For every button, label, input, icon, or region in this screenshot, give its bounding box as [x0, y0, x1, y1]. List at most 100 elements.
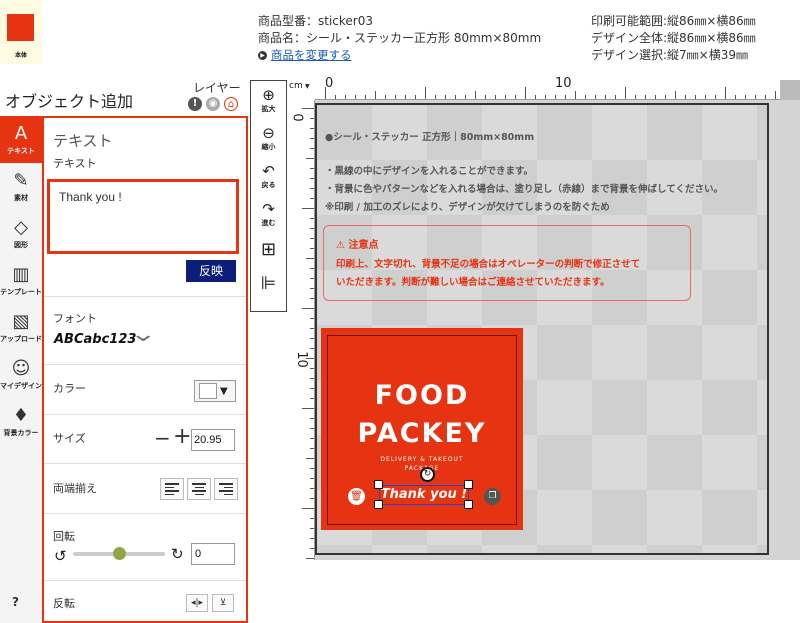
ruler-tick: [645, 95, 646, 99]
align-buttons: [160, 478, 238, 500]
user-icon: ☺: [11, 358, 31, 379]
copy-icon[interactable]: ❐: [484, 488, 501, 505]
ruler-tick: [310, 328, 314, 329]
size-decrease-button[interactable]: −: [154, 426, 171, 450]
ruler-tick: [565, 95, 566, 99]
rail-item-template[interactable]: ▥ テンプレート: [0, 257, 42, 304]
rail-item-bg-color[interactable]: ♦ 背景カラー: [0, 398, 42, 445]
ruler-tick: [310, 378, 314, 379]
rotate-cw-icon[interactable]: ↻: [171, 545, 184, 563]
ruler-tick: [310, 388, 314, 389]
text-input[interactable]: [50, 182, 236, 251]
caret-down-icon[interactable]: ▼: [305, 83, 310, 90]
ruler-tick: [310, 188, 314, 189]
ruler-tick: [302, 208, 314, 209]
size-input[interactable]: [191, 429, 235, 451]
ruler-tick: [595, 95, 596, 99]
canvas-note: ・背景に色やパターンなどを入れる場合は、塗り足し（赤線）まで背景を伸ばしてくださ…: [325, 184, 723, 195]
center-align-button[interactable]: ⊞: [251, 233, 286, 267]
color-picker[interactable]: ▼: [194, 380, 236, 402]
ruler-tick: [615, 95, 616, 99]
text-panel: テキスト テキスト 反映 フォント ABCabc123 ⌄ カラー ▼ サイズ …: [42, 116, 248, 623]
redo-button[interactable]: ↷ 進む: [251, 195, 286, 233]
apply-button[interactable]: 反映: [186, 260, 236, 282]
delete-icon[interactable]: 🗑: [348, 488, 365, 505]
ruler-tick: [310, 428, 314, 429]
ruler-tick: [310, 338, 314, 339]
rail-item-upload[interactable]: ▧ アップロード: [0, 304, 42, 351]
resize-handle[interactable]: [374, 480, 383, 489]
divider: [44, 296, 246, 297]
ruler-unit[interactable]: cm: [289, 81, 303, 91]
ruler-tick: [310, 168, 314, 169]
text-input-wrapper: [47, 179, 239, 254]
text-panel-title: テキスト: [53, 132, 113, 150]
change-product-link[interactable]: 商品を変更する: [271, 47, 352, 64]
ruler-tick: [525, 87, 526, 99]
help-icon[interactable]: ?: [12, 595, 19, 609]
ruler-tick: [755, 95, 756, 99]
ruler-tick: [310, 368, 314, 369]
zoom-in-button[interactable]: ⊕ 拡大: [251, 81, 286, 119]
flip-vertical-button[interactable]: ⊻: [212, 594, 234, 612]
color-swatch: [199, 383, 217, 399]
ruler-tick: [685, 95, 686, 99]
rail-item-text[interactable]: A テキスト: [0, 116, 42, 163]
eye-icon[interactable]: ◉: [206, 97, 220, 111]
ruler-tick: [385, 95, 386, 99]
rail-item-material[interactable]: ✎ 素材: [0, 163, 42, 210]
rotate-ccw-icon[interactable]: ↺: [54, 547, 67, 565]
chevron-down-icon[interactable]: ⌄: [129, 322, 157, 347]
change-product[interactable]: ▶ 商品を変更する: [258, 47, 541, 64]
ruler-tick: [745, 95, 746, 99]
selected-text-object[interactable]: Thank you !: [379, 485, 469, 505]
caret-down-icon: ▼: [220, 385, 228, 397]
ruler-tick: [405, 95, 406, 99]
resize-handle[interactable]: [374, 500, 383, 509]
flip-horizontal-button[interactable]: ◂|▸: [186, 594, 208, 612]
align-objects-icon: ⊫: [260, 273, 277, 294]
align-objects-button[interactable]: ⊫: [251, 267, 286, 301]
ruler-tick: [310, 148, 314, 149]
font-sample[interactable]: ABCabc123: [54, 332, 136, 347]
rotation-slider[interactable]: [73, 547, 165, 560]
ruler-tick: [310, 278, 314, 279]
undo-button[interactable]: ↶ 戻る: [251, 157, 286, 195]
ruler-tick: [335, 95, 336, 99]
product-thumbnail[interactable]: 本体: [0, 0, 42, 64]
sticker-tagline[interactable]: DELIVERY & TAKEOUT: [321, 456, 523, 463]
ruler-tick: [655, 95, 656, 99]
slider-knob[interactable]: [112, 547, 126, 560]
divider: [44, 463, 246, 464]
horizontal-ruler: 0 10: [315, 76, 800, 100]
size-increase-button[interactable]: +: [173, 424, 191, 449]
resize-handle[interactable]: [464, 500, 473, 509]
divider: [44, 414, 246, 415]
ruler-tick: [310, 398, 314, 399]
align-left-button[interactable]: [160, 478, 184, 500]
rail-item-my-design[interactable]: ☺ マイデザイン: [0, 351, 42, 398]
ruler-tick: [310, 478, 314, 479]
align-right-button[interactable]: [214, 478, 238, 500]
panel-title: オブジェクト追加: [5, 92, 134, 111]
rail-item-shape[interactable]: ◇ 図形: [0, 210, 42, 257]
ruler-tick: [675, 91, 676, 99]
print-area-info: 印刷可能範囲:縦86㎜×横86㎜ デザイン全体:縦86㎜×横86㎜ デザイン選択…: [591, 13, 756, 64]
divider: [44, 513, 246, 514]
product-info: 商品型番：sticker03 商品名：シール・ステッカー正方形 80mm×80m…: [258, 13, 541, 64]
tool-rail: A テキスト ✎ 素材 ◇ 図形 ▥ テンプレート ▧ アップロード ☺ マイデ…: [0, 116, 42, 623]
resize-handle[interactable]: [464, 480, 473, 489]
sticker-title-line1[interactable]: FOOD: [321, 380, 523, 411]
rotate-handle-icon[interactable]: ↻: [420, 467, 435, 482]
sticker-title-line2[interactable]: PACKEY: [321, 418, 523, 449]
warning-icon[interactable]: !: [188, 97, 202, 111]
zoom-out-button[interactable]: ⊖ 縮小: [251, 119, 286, 157]
play-icon: ▶: [258, 51, 267, 60]
ruler-tick: [310, 298, 314, 299]
ruler-tick: [495, 95, 496, 99]
template-icon: ▥: [12, 264, 30, 285]
rotation-input[interactable]: [191, 543, 235, 565]
lock-icon[interactable]: ⌂: [224, 97, 238, 111]
align-center-button[interactable]: [187, 478, 211, 500]
ruler-mark: 0: [289, 113, 305, 122]
